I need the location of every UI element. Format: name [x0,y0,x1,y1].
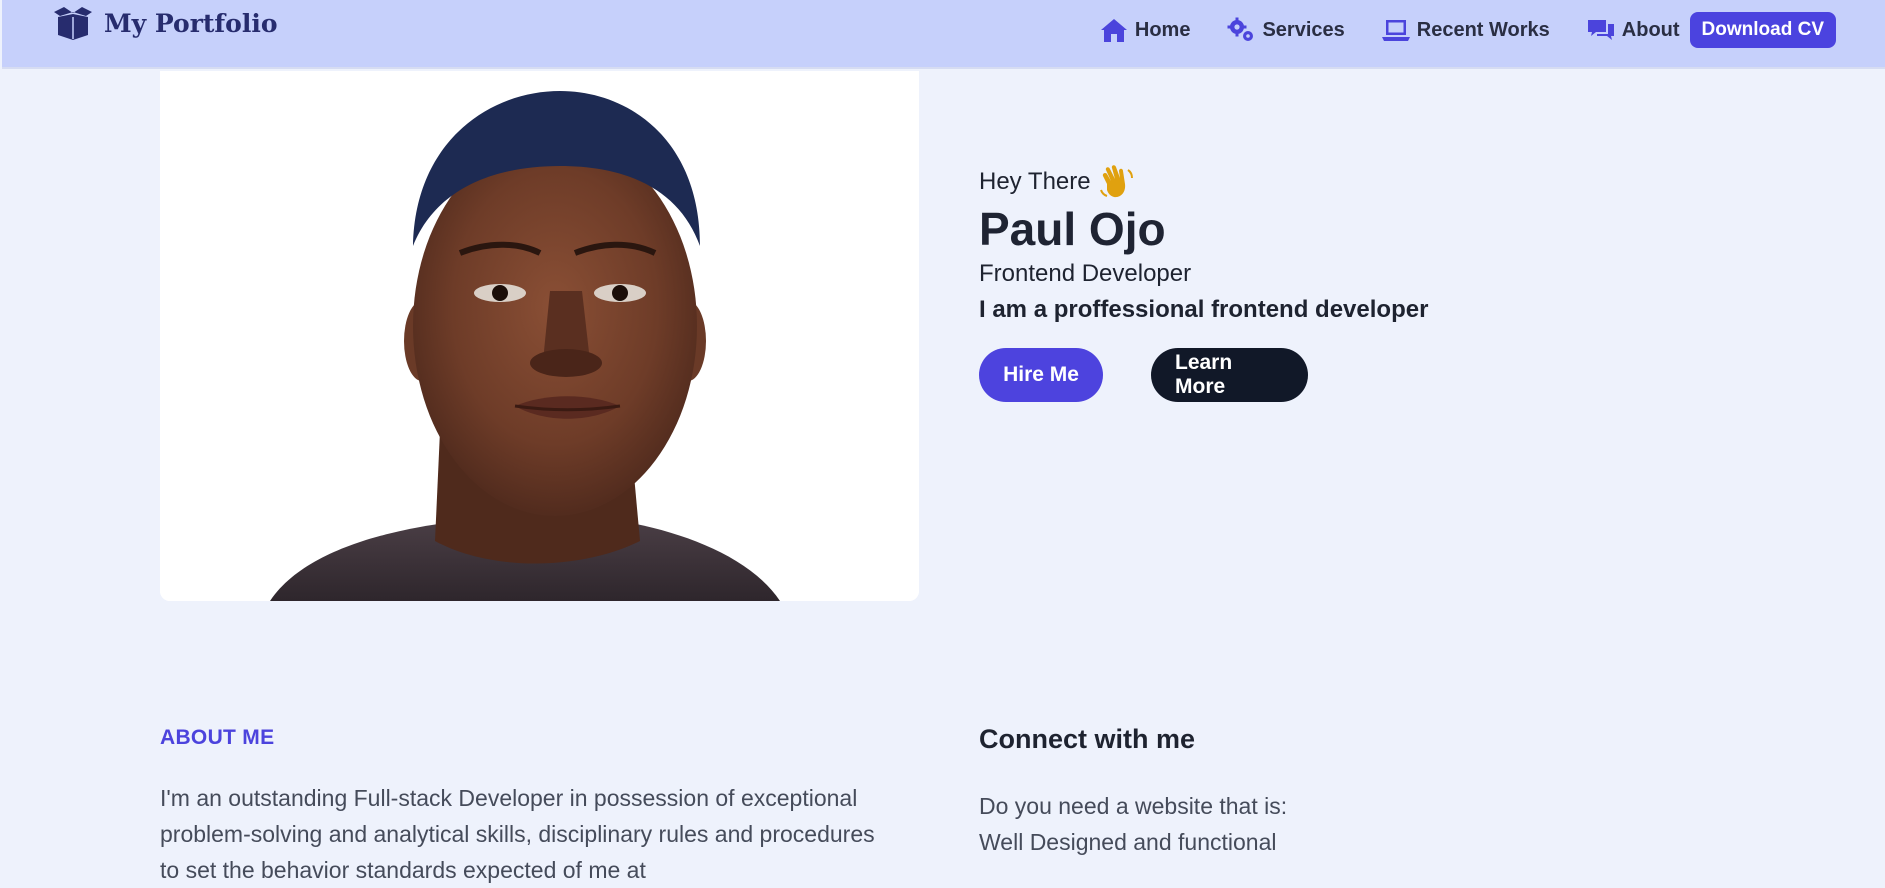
gears-icon [1227,17,1254,41]
navbar: My Portfolio Home Services Recent Works … [2,0,1885,69]
nav-home[interactable]: Home [1100,17,1191,43]
waving-hand-icon [1099,165,1133,198]
nav-services-label: Services [1262,18,1345,41]
open-box-icon [54,7,92,40]
brand-name: My Portfolio [104,8,278,38]
nav-home-label: Home [1134,18,1191,41]
brand-logo[interactable]: My Portfolio [50,4,278,42]
learn-more-button[interactable]: Learn More [1151,348,1308,402]
greeting-text: Hey There [979,168,1091,195]
connect-text: Do you need a website that is: Well Desi… [979,788,1287,860]
about-me-text: I'm an outstanding Full-stack Developer … [160,785,875,883]
hero-role: Frontend Developer [979,260,1192,287]
download-cv-button[interactable]: Download CV [1689,12,1836,48]
nav-about-label: About [1621,18,1680,41]
profile-photo [160,71,919,601]
hero-pitch: I am a proffessional frontend developer [979,296,1429,323]
hero-actions: Hire Me Learn More [979,348,1428,402]
greeting: Hey There [979,164,1428,200]
connect-line-1: Do you need a website that is: [979,793,1288,819]
home-icon [1100,19,1127,42]
nav-recent-works-label: Recent Works [1416,18,1550,41]
main-nav: Home Services Recent Works About Downloa… [1100,12,1885,48]
nav-services[interactable]: Services [1227,17,1345,43]
about-me-label: ABOUT ME [160,726,275,749]
portrait-illustration [160,71,919,601]
connect-title: Connect with me [979,724,1196,754]
chat-bubbles-icon [1587,20,1614,40]
hire-me-button[interactable]: Hire Me [979,348,1103,402]
nav-recent-works[interactable]: Recent Works [1381,17,1550,43]
nav-about[interactable]: About [1587,17,1680,43]
hero-section: Hey There Paul Ojo Frontend Developer I … [979,164,1428,402]
laptop-icon [1381,20,1410,41]
hero-name: Paul Ojo [979,203,1166,255]
connect-line-2: Well Designed and functional [979,829,1277,855]
